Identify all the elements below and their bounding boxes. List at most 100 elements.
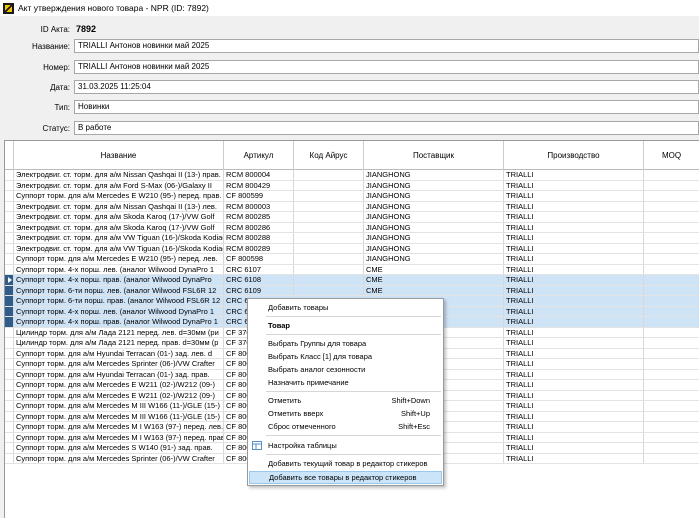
table-row[interactable]: Электродвиг. ст. торм. для а/м Skoda Kar… [5,222,699,233]
row-indicator[interactable] [5,422,14,432]
cell-supplier: JIANGHONG [364,191,504,201]
cell-name: Цилиндр торм. для а/м Лада 2121 перед. л… [14,327,224,337]
cell-name: Суппорт торм. для а/м Mercedes M III W16… [14,401,224,411]
menu-set-note[interactable]: Назначить примечание [249,376,442,389]
row-indicator[interactable] [5,327,14,337]
row-indicator[interactable] [5,180,14,190]
cell-name: Суппорт торм. для а/м Mercedes E W210 (9… [14,191,224,201]
table-row[interactable]: Электродвиг. ст. торм. для а/м Ford S-Ma… [5,180,699,191]
cell-moq [644,433,699,443]
menu-mark-up-label: Отметить вверх [268,409,324,418]
row-indicator[interactable] [5,212,14,222]
cell-article: RCM 800285 [224,212,294,222]
menu-separator [266,316,441,317]
cell-airus-code [294,285,364,295]
row-indicator[interactable] [5,443,14,453]
table-row[interactable]: Суппорт торм. 4-х порш. лев. (аналог Wil… [5,264,699,275]
menu-select-season[interactable]: Выбрать аналог сезонности [249,363,442,376]
row-indicator[interactable] [5,432,14,442]
table-row[interactable]: Электродвиг. ст. торм. для а/м VW Tiguan… [5,233,699,244]
row-indicator[interactable] [5,264,14,274]
table-row[interactable]: Суппорт торм. 4-х порш. прав. (аналог Wi… [5,275,699,286]
cell-moq [644,391,699,401]
name-field[interactable]: TRIALLI Антонов новинки май 2025 [74,39,699,53]
table-row[interactable]: Электродвиг. ст. торм. для а/м Nissan Qa… [5,170,699,181]
row-indicator[interactable] [5,275,14,285]
row-indicator[interactable] [5,359,14,369]
table-row[interactable]: Суппорт торм. для а/м Mercedes E W210 (9… [5,254,699,265]
cell-name: Суппорт торм. для а/м Hyundai Terracan (… [14,348,224,358]
column-header-airus-code[interactable]: Код Айрус [294,141,364,170]
menu-select-groups[interactable]: Выбрать Группы для товара [249,337,442,350]
cell-name: Суппорт торм. для а/м Mercedes Sprinter … [14,453,224,463]
cell-production: TRIALLI [504,401,644,411]
menu-select-class[interactable]: Выбрать Класс [1] для товара [249,350,442,363]
cell-production: TRIALLI [504,222,644,232]
cell-name: Суппорт торм. для а/м Mercedes M I W163 … [16,422,224,432]
column-header-article[interactable]: Артикул [224,141,294,170]
row-indicator[interactable] [5,380,14,390]
cell-supplier: JIANGHONG [364,254,504,264]
cell-article: RCM 800429 [224,180,294,190]
row-indicator[interactable] [5,233,14,243]
status-field[interactable]: В работе [74,121,699,135]
cell-article: RCM 800286 [224,222,294,232]
cell-production: TRIALLI [504,422,644,432]
row-indicator[interactable] [5,369,14,379]
cell-moq [644,244,699,254]
row-indicator[interactable] [5,338,14,348]
row-indicator[interactable] [5,453,14,463]
row-indicator[interactable] [5,296,14,306]
column-header-name[interactable]: Название [14,141,224,170]
row-indicator[interactable] [5,285,14,295]
cell-production: TRIALLI [504,212,644,222]
row-indicator[interactable] [5,306,14,316]
menu-reset-marked-label: Сброс отмеченного [268,422,336,431]
menu-mark-up[interactable]: Отметить вверх Shift+Up [249,407,442,420]
cell-production: TRIALLI [504,348,644,358]
row-indicator[interactable] [5,390,14,400]
cell-supplier: JIANGHONG [364,170,504,180]
table-row[interactable]: Электродвиг. ст. торм. для а/м VW Tiguan… [5,243,699,254]
row-indicator[interactable] [5,170,14,180]
menu-add-current-sticker[interactable]: Добавить текущий товар в редактор стикер… [249,457,442,470]
table-row[interactable]: Электродвиг. ст. торм. для а/м Skoda Kar… [5,212,699,223]
date-field[interactable]: 31.03.2025 11:25:04 [74,80,699,94]
number-field[interactable]: TRIALLI Антонов новинки май 2025 [74,60,699,74]
row-indicator[interactable] [5,411,14,421]
cell-production: TRIALLI [504,180,644,190]
column-header-moq[interactable]: MOQ [644,141,699,170]
cell-moq [644,412,699,422]
table-row[interactable]: Электродвиг. ст. торм. для а/м Nissan Qa… [5,201,699,212]
cell-moq [644,265,699,275]
cell-airus-code [294,212,364,222]
row-indicator[interactable] [5,348,14,358]
row-indicator[interactable] [5,254,14,264]
type-field[interactable]: Новинки [74,100,699,114]
table-row[interactable]: Суппорт торм. для а/м Mercedes E W210 (9… [5,191,699,202]
column-header-production[interactable]: Производство [504,141,644,170]
row-indicator[interactable] [5,317,14,327]
cell-name: Суппорт торм. для а/м Mercedes E W211 (0… [14,380,224,390]
row-indicator[interactable] [5,243,14,253]
row-indicator[interactable] [5,401,14,411]
cell-supplier: CME [364,275,504,285]
table-settings-icon [252,441,262,450]
menu-add-all-sticker[interactable]: Добавить все товары в редактор стикеров [249,471,442,484]
row-indicator[interactable] [5,191,14,201]
cell-production: TRIALLI [504,317,644,327]
menu-separator [266,435,441,436]
menu-product-header[interactable]: Товар [249,319,442,332]
row-indicator[interactable] [5,201,14,211]
cell-name: Электродвиг. ст. торм. для а/м Nissan Qa… [14,201,224,211]
menu-mark[interactable]: Отметить Shift+Down [249,394,442,407]
cell-article: CF 800599 [224,191,294,201]
menu-add-items[interactable]: Добавить товары [249,301,442,314]
column-header-supplier[interactable]: Поставщик [364,141,504,170]
table-row[interactable]: Суппорт торм. 6-ти порш. лев. (аналог Wi… [5,285,699,296]
menu-table-settings[interactable]: Настройка таблицы [249,439,442,452]
cell-name: Электродвиг. ст. торм. для а/м Skoda Kar… [14,212,224,222]
row-indicator[interactable] [5,222,14,232]
menu-reset-marked[interactable]: Сброс отмеченного Shift+Esc [249,420,442,433]
context-menu: Добавить товары Товар Выбрать Группы для… [247,298,444,486]
